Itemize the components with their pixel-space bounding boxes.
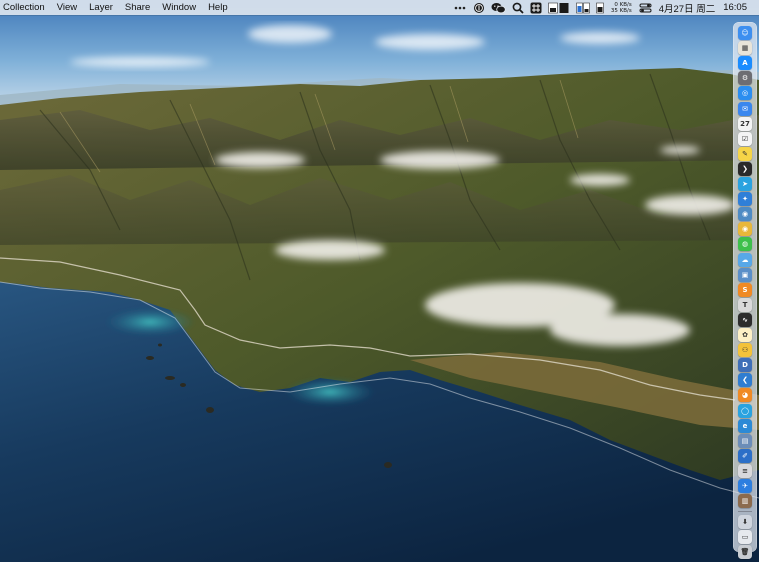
activity-monitor-icon[interactable]: ∿ (738, 312, 752, 327)
onepassword-icon[interactable] (473, 0, 485, 15)
control-center-icon[interactable] (639, 0, 652, 15)
wechat-icon[interactable] (491, 0, 506, 15)
vpn-icon[interactable]: D (738, 358, 752, 373)
photos-icon[interactable]: ✿ (738, 328, 752, 342)
menu-share[interactable]: Share (119, 0, 156, 15)
cyberduck-icon[interactable]: ⚇ (738, 343, 752, 358)
script-editor-icon[interactable]: ✐ (738, 448, 752, 463)
network-icon[interactable]: ◉ (738, 207, 752, 222)
chrome-icon[interactable]: ◉ (738, 222, 752, 237)
desktop-wallpaper (0, 0, 759, 562)
search-icon[interactable] (512, 0, 524, 15)
notes-icon[interactable]: ✎ (738, 146, 752, 161)
memory-meter-icon[interactable] (576, 0, 590, 15)
launchpad-icon[interactable]: ▦ (738, 41, 752, 56)
grid-icon[interactable] (530, 0, 542, 15)
calendar-icon[interactable]: 27 (738, 116, 752, 131)
wechat-app-icon[interactable]: ◍ (738, 237, 752, 252)
screenshot-icon[interactable]: ▤ (738, 433, 752, 448)
terminal-icon[interactable]: ❯ (738, 161, 752, 176)
textedit-icon[interactable]: T (738, 297, 752, 312)
vscode-icon[interactable]: ❮ (738, 373, 752, 388)
finder-icon[interactable]: ☺ (738, 26, 752, 40)
menu-collection[interactable]: Collection (0, 0, 51, 15)
menubar-date[interactable]: 4月27日 周二 (659, 1, 716, 15)
net-download-speed: 35 KB/s (610, 7, 632, 14)
app-store-icon[interactable]: A (738, 56, 752, 71)
menubar-time[interactable]: 16:05 (723, 2, 747, 13)
xcode-icon[interactable]: ✦ (738, 192, 752, 207)
menu-bar: Collection View Layer Share Window Help (0, 0, 759, 15)
edge-icon[interactable]: e (738, 418, 752, 433)
cpu-meter-icon[interactable] (548, 0, 570, 15)
more-icon[interactable] (453, 0, 467, 15)
weather-icon[interactable]: ☁ (738, 252, 752, 267)
sublime-text-icon[interactable]: S (738, 282, 752, 297)
menu-window[interactable]: Window (156, 0, 202, 15)
reminders-icon[interactable]: ☑ (738, 131, 752, 146)
safari-icon[interactable]: ◎ (738, 86, 752, 101)
window-icon[interactable]: ▭ (738, 530, 752, 545)
preview-icon[interactable]: ▣ (738, 267, 752, 282)
installer-icon[interactable]: ✈ (738, 479, 752, 493)
archive-icon[interactable]: ▥ (738, 494, 752, 509)
skype-icon[interactable]: ◯ (738, 403, 752, 418)
menu-help[interactable]: Help (202, 0, 234, 15)
status-menus: 0 KB/s 35 KB/s 4月27日 周二 16:05 (450, 0, 759, 15)
mail-icon[interactable]: ✉ (738, 101, 752, 116)
trash-icon[interactable]: 🗑 (738, 545, 752, 560)
dock-separator (738, 511, 752, 513)
firefox-icon[interactable]: ◕ (738, 388, 752, 403)
menu-view[interactable]: View (51, 0, 83, 15)
dock: ☺ ▦ A ⚙ ◎ ✉ 27 ☑ ✎ ❯ ➤ ✦ ◉ ◉ ◍ ☁ ▣ S T ∿ ✿ ⚇ D ❮ ◕ ◯ e ▤ ✐ ≡ ✈ ▥ ⬇ ▭ 🗑 (733, 22, 757, 560)
telegram-icon[interactable]: ➤ (738, 177, 752, 191)
netspeed-icon[interactable]: 0 KB/s 35 KB/s (611, 2, 632, 14)
app-menus: Collection View Layer Share Window Help (0, 0, 234, 15)
menu-layer[interactable]: Layer (83, 0, 119, 15)
menu-app-icon[interactable]: ≡ (738, 463, 752, 478)
disk-meter-icon[interactable] (596, 0, 604, 15)
system-preferences-icon[interactable]: ⚙ (738, 71, 752, 86)
downloads-folder-icon[interactable]: ⬇ (738, 515, 752, 530)
